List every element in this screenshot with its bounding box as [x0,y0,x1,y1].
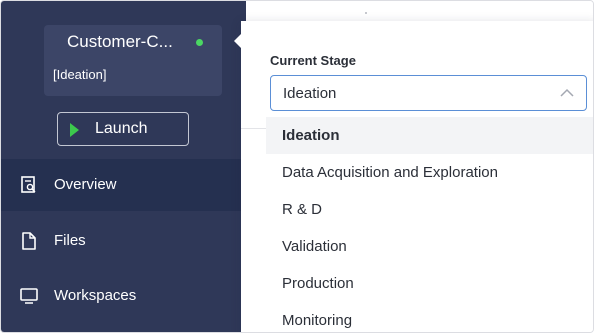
app-window: Customer-C... [Ideation] Launch Overview… [0,0,594,333]
launch-label: Launch [95,120,148,137]
sidebar-item-files[interactable]: Files [1,215,246,267]
project-name: Customer-C... [67,32,173,51]
sidebar-item-workspaces[interactable]: Workspaces [1,270,246,322]
sidebar-item-label: Overview [54,176,117,193]
stage-select[interactable]: Ideation [270,75,587,111]
overview-icon [21,176,36,193]
stage-option-monitoring[interactable]: Monitoring [266,302,593,332]
file-icon [22,232,36,250]
sidebar-item-overview[interactable]: Overview [1,159,246,211]
popover-arrow [234,33,242,49]
stage-options-list: Ideation Data Acquisition and Exploratio… [266,117,593,332]
stage-popover: Current Stage Ideation Ideation Data Acq… [234,21,593,332]
stage-option-r-and-d[interactable]: R & D [266,191,593,228]
chevron-up-icon [560,88,574,97]
monitor-icon [20,288,38,304]
project-card[interactable]: Customer-C... [Ideation] [44,25,222,96]
sidebar-item-label: Files [54,232,86,249]
play-icon [70,123,79,137]
top-bar-divider [365,12,367,14]
stage-select-value: Ideation [283,85,337,102]
launch-button[interactable]: Launch [57,112,189,146]
top-bar [246,1,593,17]
popover-divider [241,128,266,129]
stage-option-validation[interactable]: Validation [266,228,593,265]
stage-option-ideation[interactable]: Ideation [266,117,593,154]
current-stage-label: Current Stage [270,53,356,68]
project-stage: [Ideation] [53,67,107,82]
status-indicator [196,39,203,46]
stage-option-data-acquisition[interactable]: Data Acquisition and Exploration [266,154,593,191]
sidebar-item-label: Workspaces [54,287,137,304]
stage-option-production[interactable]: Production [266,265,593,302]
sidebar: Customer-C... [Ideation] Launch Overview… [1,1,246,332]
